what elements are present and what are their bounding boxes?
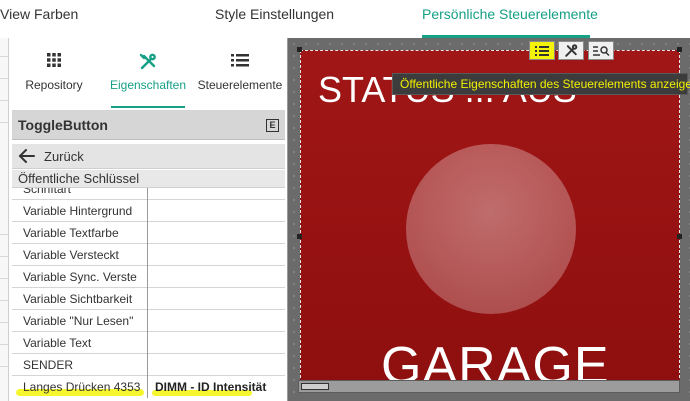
list-icon xyxy=(195,52,285,72)
resize-handle[interactable] xyxy=(297,234,302,239)
panel-tab-label: Steuerelemente xyxy=(197,78,283,92)
table-row[interactable]: Variable Versteckt xyxy=(12,244,285,266)
left-strip-cell xyxy=(0,256,8,278)
table-row[interactable]: Langes Drücken 4353 DIMM - ID Intensität xyxy=(12,376,285,398)
tooltip: Öffentliche Eigenschaften des Steuerelem… xyxy=(392,73,690,95)
tab-view-farben[interactable]: View Farben xyxy=(0,6,78,22)
left-strip-cell xyxy=(0,322,8,344)
property-value[interactable]: DIMM - ID Intensität xyxy=(149,376,285,398)
property-value[interactable] xyxy=(149,332,285,354)
panel-tab-eigenschaften[interactable]: Eigenschaften xyxy=(103,38,193,108)
property-key: Schriftart xyxy=(12,188,148,200)
tab-persoenliche-steuerelemente[interactable]: Persönliche Steuerelemente xyxy=(422,6,598,22)
property-key: Variable Textfarbe xyxy=(12,222,148,244)
left-strip-cell xyxy=(0,366,8,388)
table-row[interactable]: Schriftart xyxy=(12,188,285,200)
control-title: ToggleButton xyxy=(18,117,108,133)
arrow-left-icon xyxy=(18,149,35,163)
table-row[interactable]: Variable Hintergrund xyxy=(12,200,285,222)
section-label: Öffentliche Schlüssel xyxy=(18,171,140,186)
left-strip-cell xyxy=(0,278,8,300)
panel-tab-repository[interactable]: Repository xyxy=(9,38,99,108)
show-public-properties-button[interactable] xyxy=(529,41,555,60)
table-row[interactable]: Variable "Nur Lesen" xyxy=(12,310,285,332)
property-value[interactable] xyxy=(149,222,285,244)
properties-panel: Repository Eigenschaften Steuerelemente xyxy=(9,38,288,401)
search-list-icon xyxy=(593,45,610,56)
property-value[interactable] xyxy=(149,188,285,200)
left-strip-cell xyxy=(0,300,8,322)
left-strip-cell xyxy=(0,56,8,78)
horizontal-scrollbar[interactable] xyxy=(298,380,680,393)
table-row[interactable]: Variable Sichtbarkeit xyxy=(12,288,285,310)
panel-tab-label: Repository xyxy=(25,78,83,92)
toggle-button-widget[interactable]: STATUS ... AUS GARAGE xyxy=(300,50,680,388)
panel-tab-label: Eigenschaften xyxy=(109,78,187,92)
property-value[interactable] xyxy=(149,200,285,222)
resize-handle[interactable] xyxy=(297,47,302,52)
left-strip-cell xyxy=(0,344,8,366)
back-label: Zurück xyxy=(44,149,84,164)
back-button[interactable]: Zurück xyxy=(12,144,285,169)
property-key: Variable Sync. Verste xyxy=(12,266,148,288)
list-icon xyxy=(535,45,549,56)
left-strip-cell xyxy=(0,122,8,144)
left-strip-cell xyxy=(0,234,8,256)
section-header-public-keys[interactable]: Öffentliche Schlüssel xyxy=(12,170,285,188)
table-row[interactable]: Variable Textfarbe xyxy=(12,222,285,244)
scrollbar-thumb[interactable] xyxy=(301,383,329,390)
property-key: Variable Sichtbarkeit xyxy=(12,288,148,310)
left-strip-cell xyxy=(0,78,8,100)
table-row[interactable]: SENDER xyxy=(12,354,285,376)
property-value[interactable] xyxy=(149,266,285,288)
property-table: Schriftart Variable Hintergrund Variable… xyxy=(12,188,285,401)
tab-style-einstellungen[interactable]: Style Einstellungen xyxy=(215,6,334,22)
property-key: Langes Drücken 4353 xyxy=(12,376,148,398)
properties-tools-button[interactable] xyxy=(558,41,584,60)
toggle-indicator-circle xyxy=(406,144,576,314)
tools-icon xyxy=(565,43,578,57)
active-panel-tab-indicator xyxy=(111,106,185,108)
property-value[interactable] xyxy=(149,244,285,266)
panel-tabs: Repository Eigenschaften Steuerelemente xyxy=(9,38,287,108)
grid-icon xyxy=(9,52,99,72)
property-key: Variable "Nur Lesen" xyxy=(12,310,148,332)
property-key: Variable Versteckt xyxy=(12,244,148,266)
resize-handle[interactable] xyxy=(677,47,682,52)
property-value[interactable] xyxy=(149,288,285,310)
panel-tab-steuerelemente[interactable]: Steuerelemente xyxy=(195,38,285,108)
property-key: SENDER xyxy=(12,354,148,376)
search-list-button[interactable] xyxy=(588,41,614,60)
left-strip-cell xyxy=(0,100,8,122)
tools-icon xyxy=(103,52,193,72)
property-key: Variable Text xyxy=(12,332,148,354)
panel-title-bar: ToggleButton E xyxy=(12,110,285,140)
property-key: Variable Hintergrund xyxy=(12,200,148,222)
property-value[interactable] xyxy=(149,354,285,376)
table-row[interactable]: Variable Sync. Verste xyxy=(12,266,285,288)
table-row[interactable]: Variable Text xyxy=(12,332,285,354)
property-value[interactable] xyxy=(149,310,285,332)
resize-handle[interactable] xyxy=(677,234,682,239)
expert-mode-button[interactable]: E xyxy=(266,119,279,132)
left-side-strip xyxy=(0,38,9,401)
top-tab-bar: View Farben Style Einstellungen Persönli… xyxy=(0,0,690,38)
